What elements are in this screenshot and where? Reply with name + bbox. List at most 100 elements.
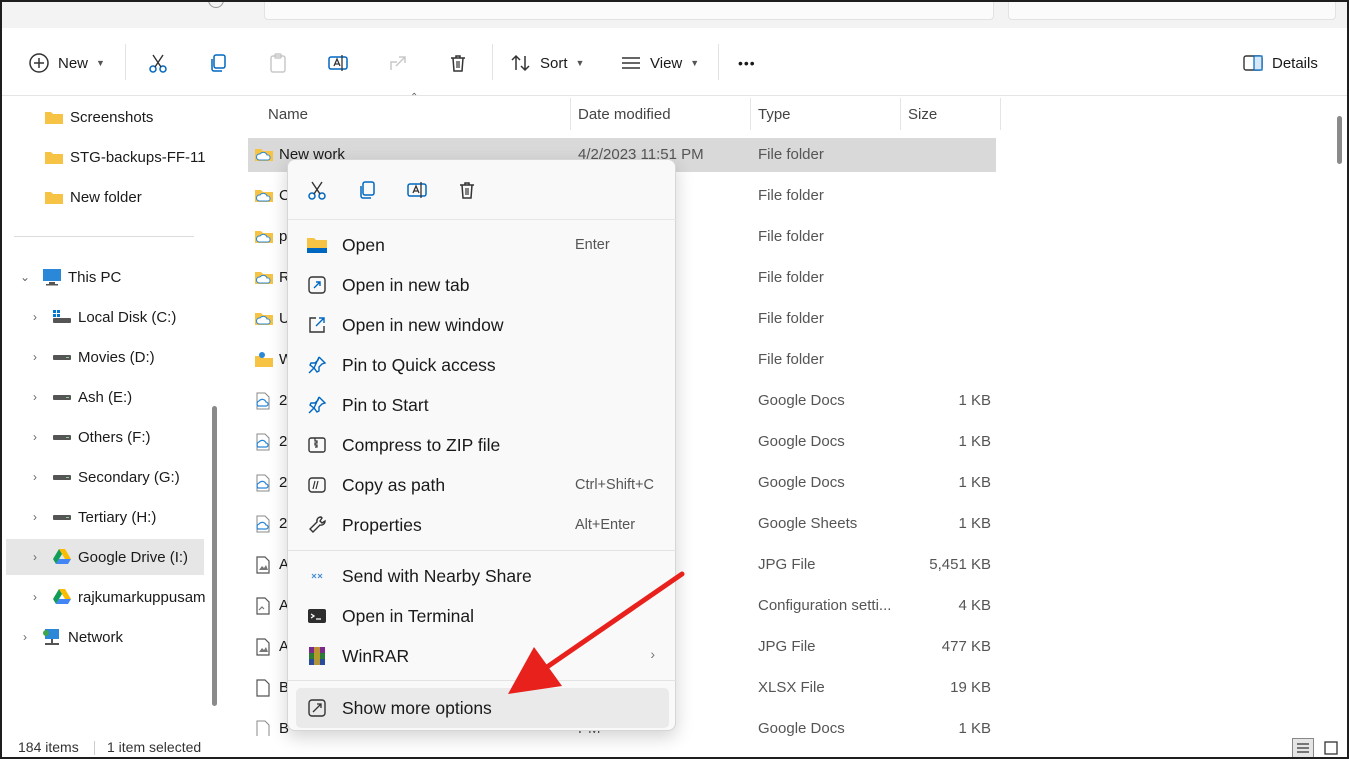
menu-item-label: Copy as path [342,475,446,495]
details-label: Details [1272,54,1318,72]
menu-item-open[interactable]: Open Enter [296,225,669,265]
menu-item-copy-as-path[interactable]: Copy as path Ctrl+Shift+C [296,465,669,505]
scissors-icon [147,52,169,74]
refresh-icon[interactable] [208,2,224,8]
sidebar-item-tertiary-h[interactable]: › Tertiary (H:) [2,499,206,535]
sidebar-item-google-drive-i[interactable]: › Google Drive (I:) [6,539,204,575]
view-button[interactable]: View ▼ [620,48,699,78]
trash-icon[interactable] [456,179,478,201]
sidebar-item-secondary-g[interactable]: › Secondary (G:) [2,459,206,495]
address-bar[interactable] [264,2,994,20]
column-header-date[interactable]: Date modified [578,98,748,130]
file-list-scrollbar[interactable] [1337,116,1342,164]
drive-icon [52,388,72,406]
address-bar-strip [2,2,1347,28]
menu-item-label: Pin to Start [342,395,429,415]
spreadsheet-file-icon [254,679,274,697]
sidebar-item-stg-backups[interactable]: STG-backups-FF-119 [2,139,206,175]
search-input[interactable] [1008,2,1336,20]
menu-item-open-in-terminal[interactable]: Open in Terminal [296,596,669,636]
chevron-right-icon[interactable]: › [28,390,42,404]
rename-icon[interactable] [406,179,428,201]
sidebar-item-new-folder[interactable]: New folder [2,179,206,215]
column-label: Type [758,105,791,123]
column-header-name[interactable]: Name [268,98,568,130]
share-button[interactable] [387,48,409,78]
chevron-right-icon[interactable]: › [28,590,42,604]
cloud-folder-icon [254,187,274,205]
column-divider[interactable] [570,98,571,130]
pin-icon [306,394,328,416]
chevron-right-icon[interactable]: › [28,310,42,324]
menu-item-properties[interactable]: Properties Alt+Enter [296,505,669,545]
chevron-right-icon[interactable]: › [18,630,32,644]
pin-icon [306,354,328,376]
cloud-folder-icon [254,146,274,164]
menu-item-label: Open [342,235,385,255]
chevron-right-icon[interactable]: › [28,470,42,484]
menu-item-open-in-new-window[interactable]: Open in new window [296,305,669,345]
sidebar-item-label: Local Disk (C:) [78,308,177,326]
column-divider[interactable] [1000,98,1001,130]
file-explorer-window: New ▼ Sort ▼ View ▼ ••• Details Screensh… [0,0,1349,759]
menu-item-nearby-share[interactable]: Send with Nearby Share [296,556,669,596]
details-view-toggle[interactable] [1292,738,1314,757]
column-header-size[interactable]: Size [908,98,998,130]
computer-icon [42,268,62,286]
more-options-button[interactable]: ••• [738,48,756,78]
cloud-file-icon [254,515,274,533]
folder-icon [44,188,64,206]
rename-button[interactable] [327,48,349,78]
sidebar-item-local-disk-c[interactable]: › Local Disk (C:) [2,299,206,335]
column-divider[interactable] [750,98,751,130]
zip-icon [306,434,328,456]
sidebar-item-ash-e[interactable]: › Ash (E:) [2,379,206,415]
menu-item-show-more-options[interactable]: Show more options [296,688,669,728]
new-button[interactable]: New ▼ [28,48,105,78]
details-button[interactable]: Details [1242,48,1318,78]
tiles-view-toggle[interactable] [1320,738,1342,757]
chevron-right-icon[interactable]: › [28,430,42,444]
delete-button[interactable] [447,48,469,78]
column-header-type[interactable]: Type [758,98,898,130]
scissors-icon[interactable] [306,179,328,201]
sidebar-item-label: Secondary (G:) [78,468,180,486]
clipboard-icon [267,52,289,74]
copy-icon[interactable] [356,179,378,201]
nav-scrollbar[interactable] [212,406,217,706]
nearby-share-icon [306,565,328,587]
sidebar-item-this-pc[interactable]: ⌄ This PC [2,259,206,295]
sidebar-item-network[interactable]: › Network [2,619,206,655]
file-size: 1 KB [958,474,991,491]
cut-button[interactable] [147,48,169,78]
sidebar-item-others-f[interactable]: › Others (F:) [2,419,206,455]
paste-button[interactable] [267,48,289,78]
file-type: File folder [758,146,824,163]
menu-item-pin-to-start[interactable]: Pin to Start [296,385,669,425]
menu-item-compress-to-zip[interactable]: Compress to ZIP file [296,425,669,465]
file-type: XLSX File [758,679,825,696]
plus-circle-icon [28,52,50,74]
menu-item-pin-to-quick-access[interactable]: Pin to Quick access [296,345,669,385]
sidebar-item-rajkumarkuppusam[interactable]: › rajkumarkuppusam [2,579,206,615]
menu-item-label: Send with Nearby Share [342,566,532,586]
tiles-view-icon [1324,741,1338,755]
chevron-down-icon[interactable]: ⌄ [18,270,32,284]
file-type: JPG File [758,638,816,655]
file-type: Google Docs [758,720,845,736]
copy-button[interactable] [207,48,229,78]
menu-item-open-in-new-tab[interactable]: Open in new tab [296,265,669,305]
menu-item-winrar[interactable]: WinRAR › [296,636,669,676]
toolbar-divider [492,44,493,80]
sidebar-item-label: New folder [70,188,142,206]
column-divider[interactable] [900,98,901,130]
new-label: New [58,54,89,72]
sidebar-item-screenshots[interactable]: Screenshots [2,99,206,135]
sidebar-item-movies-d[interactable]: › Movies (D:) [2,339,206,375]
sidebar-item-label: This PC [68,268,122,286]
sort-button[interactable]: Sort ▼ [510,48,584,78]
file-type: File folder [758,228,824,245]
chevron-right-icon[interactable]: › [28,510,42,524]
chevron-right-icon[interactable]: › [28,350,42,364]
chevron-right-icon[interactable]: › [28,550,42,564]
